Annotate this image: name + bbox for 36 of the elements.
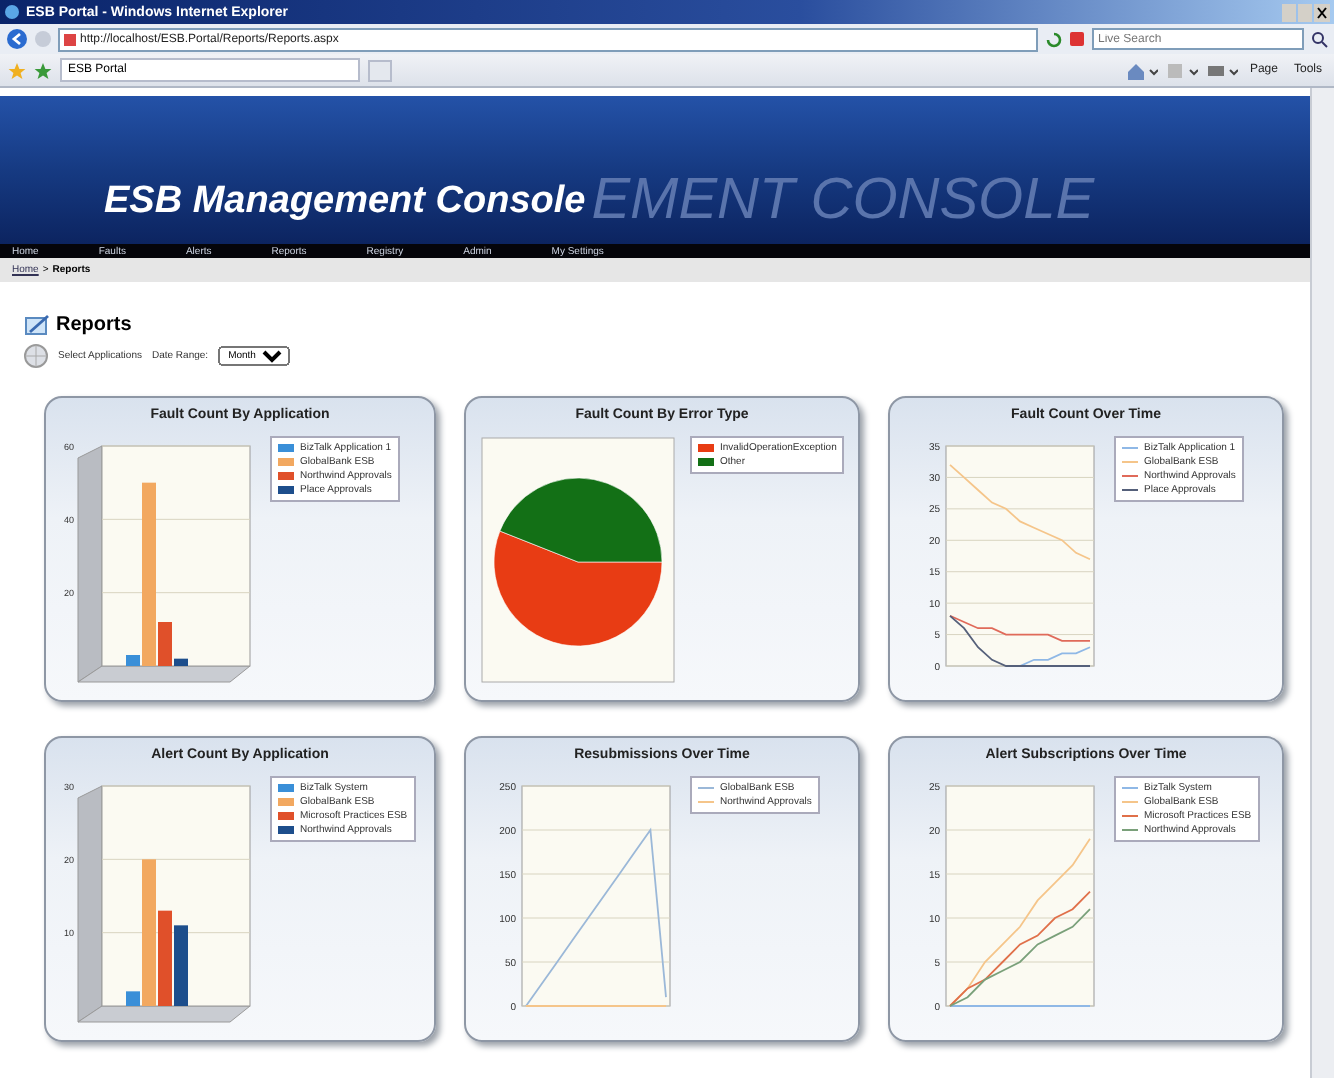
legend-swatch — [278, 798, 294, 806]
banner-backdrop-text: EMENT CONSOLE — [591, 172, 1095, 230]
back-icon[interactable] — [6, 28, 28, 50]
legend-swatch — [1122, 458, 1138, 466]
add-favorite-icon[interactable] — [34, 61, 52, 79]
legend-swatch — [698, 798, 714, 806]
home-icon[interactable] — [1125, 61, 1158, 79]
legend-swatch — [1122, 812, 1138, 820]
legend-swatch — [278, 826, 294, 834]
legend-swatch — [278, 812, 294, 820]
window-controls-icon[interactable] — [1282, 3, 1330, 21]
legend-swatch — [1122, 826, 1138, 834]
legend-swatch — [698, 458, 714, 466]
legend-swatch — [278, 472, 294, 480]
legend-swatch — [698, 444, 714, 452]
legend-swatch — [1122, 784, 1138, 792]
stop-icon[interactable] — [1068, 30, 1086, 48]
star-icon[interactable] — [8, 61, 26, 79]
legend-swatch — [278, 444, 294, 452]
page-icon — [64, 33, 76, 45]
chart-line — [949, 463, 1091, 561]
legend-swatch — [1122, 486, 1138, 494]
legend-swatch — [278, 486, 294, 494]
page-title: Reports — [56, 314, 132, 336]
legend-swatch — [278, 458, 294, 466]
scrollbar[interactable] — [1310, 88, 1334, 1078]
legend-swatch — [1122, 472, 1138, 480]
legend-swatch — [698, 784, 714, 792]
search-icon[interactable] — [1310, 30, 1328, 48]
legend-swatch — [1122, 798, 1138, 806]
notepad-icon — [24, 314, 50, 336]
globe-icon[interactable] — [24, 344, 48, 368]
legend-swatch — [278, 784, 294, 792]
legend-swatch — [1122, 444, 1138, 452]
banner-title: ESB Management Console — [104, 180, 586, 224]
refresh-icon[interactable] — [1044, 30, 1062, 48]
